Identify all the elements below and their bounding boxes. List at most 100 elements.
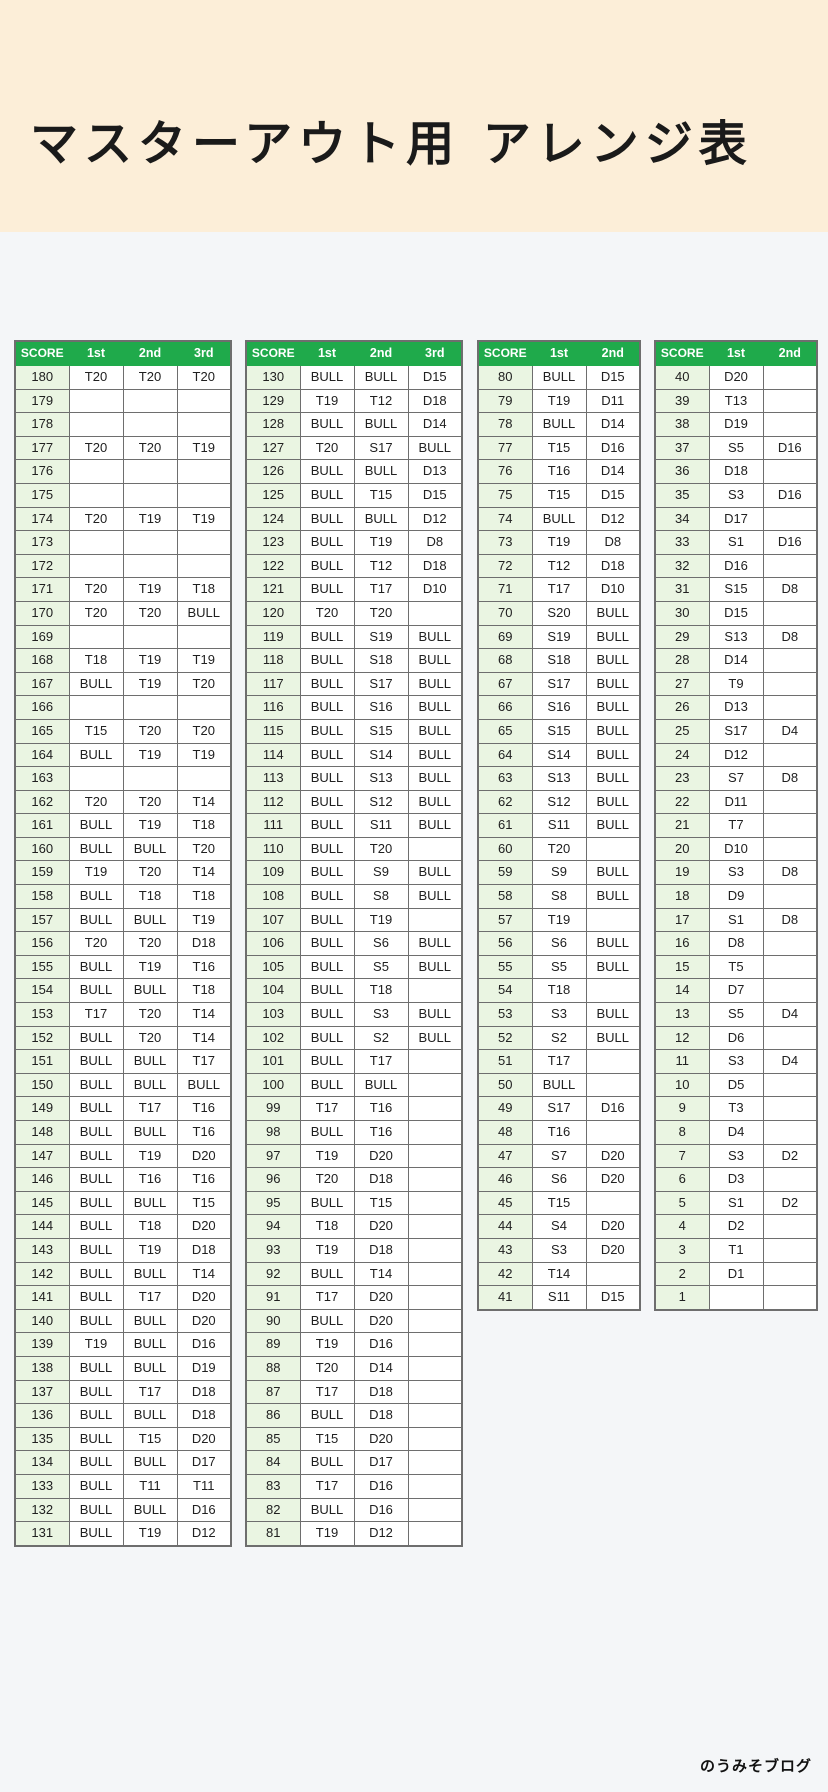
throw-cell-1: T15 [299, 1426, 355, 1452]
table-row: 180 T20 T20 T20 [14, 365, 232, 390]
score-cell: 21 [654, 813, 710, 838]
score-cell: 61 [477, 813, 533, 838]
throw-cell-1: T19 [299, 388, 355, 414]
table-row: 81 T19 D12 [245, 1521, 463, 1547]
throw-cell-1: S5 [531, 954, 587, 980]
throw-cell-3 [407, 1049, 463, 1074]
table-header-row: SCORE 1st 2nd [477, 340, 641, 366]
throw-cell-3 [407, 1450, 463, 1475]
throw-cell-1: T20 [531, 836, 587, 862]
throw-cell-3 [407, 1261, 463, 1287]
throw-cell-1: BULL [531, 506, 587, 532]
table-row: 77 T15 D16 [477, 435, 641, 461]
throw-cell-2 [122, 695, 178, 720]
throw-cell-2 [585, 1072, 641, 1098]
table-row: 13 S5 D4 [654, 1002, 818, 1027]
throw-cell-2: T20 [122, 435, 178, 461]
score-cell: 129 [245, 388, 301, 414]
score-cell: 175 [14, 482, 70, 508]
score-cell: 146 [14, 1167, 70, 1192]
throw-cell-2: T20 [122, 1002, 178, 1027]
score-cell: 2 [654, 1261, 710, 1287]
throw-cell-1: BULL [299, 954, 355, 980]
table-row: 47 S7 D20 [477, 1143, 641, 1169]
throw-cell-2: S18 [353, 648, 409, 673]
throw-cell-2: T15 [122, 1426, 178, 1452]
score-cell: 50 [477, 1072, 533, 1098]
throw-cell-1: S7 [531, 1143, 587, 1169]
table-row: 112 BULL S12 BULL [245, 789, 463, 815]
throw-cell-2: T17 [122, 1285, 178, 1310]
throw-cell-3 [407, 1426, 463, 1452]
throw-cell-1: D4 [708, 1120, 764, 1145]
throw-cell-3: D10 [407, 577, 463, 602]
score-cell: 91 [245, 1285, 301, 1310]
throw-cell-1 [708, 1285, 764, 1311]
score-cell: 79 [477, 388, 533, 414]
throw-cell-1: S3 [708, 482, 764, 508]
table-row: 156 T20 T20 D18 [14, 931, 232, 956]
throw-cell-1 [68, 530, 124, 555]
column-header-1st: 1st [299, 340, 355, 366]
table-row: 145 BULL BULL T15 [14, 1190, 232, 1216]
throw-cell-1: S2 [531, 1025, 587, 1051]
throw-cell-3: T17 [176, 1049, 232, 1074]
score-cell: 12 [654, 1025, 710, 1051]
throw-cell-3: T19 [176, 742, 232, 768]
throw-cell-2: BULL [585, 718, 641, 744]
score-cell: 24 [654, 742, 710, 768]
throw-cell-2: D8 [762, 860, 818, 886]
column-header-3rd: 3rd [407, 340, 463, 366]
table-row: 168 T18 T19 T19 [14, 648, 232, 673]
score-cell: 52 [477, 1025, 533, 1051]
throw-cell-2 [762, 1096, 818, 1121]
throw-cell-1: BULL [299, 860, 355, 886]
throw-cell-1: T17 [68, 1002, 124, 1027]
throw-cell-1 [68, 766, 124, 791]
throw-cell-3 [407, 1072, 463, 1098]
throw-cell-2 [762, 1167, 818, 1192]
score-cell: 43 [477, 1237, 533, 1263]
table-row: 155 BULL T19 T16 [14, 954, 232, 980]
table-row: 38 D19 [654, 412, 818, 437]
throw-cell-1: BULL [68, 1214, 124, 1239]
table-row: 60 T20 [477, 836, 641, 862]
table-row: 66 S16 BULL [477, 695, 641, 720]
throw-cell-3: D18 [176, 1379, 232, 1405]
score-cell: 150 [14, 1072, 70, 1098]
table-row: 151 BULL BULL T17 [14, 1049, 232, 1074]
table-row: 7 S3 D2 [654, 1143, 818, 1169]
table-row: 101 BULL T17 [245, 1049, 463, 1074]
table-row: 178 [14, 412, 232, 437]
score-cell: 130 [245, 365, 301, 390]
throw-cell-2 [762, 1237, 818, 1263]
throw-cell-2: D16 [762, 530, 818, 555]
throw-cell-3: BULL [407, 624, 463, 650]
table-row: 42 T14 [477, 1261, 641, 1287]
throw-cell-2: S11 [353, 813, 409, 838]
table-row: 39 T13 [654, 388, 818, 414]
table-row: 59 S9 BULL [477, 860, 641, 886]
throw-cell-3: BULL [407, 648, 463, 673]
score-cell: 158 [14, 884, 70, 909]
score-cell: 65 [477, 718, 533, 744]
throw-cell-1: T19 [68, 1332, 124, 1357]
throw-cell-2: T19 [122, 506, 178, 532]
throw-cell-2 [122, 412, 178, 437]
throw-cell-2: BULL [122, 1332, 178, 1357]
page-title: マスターアウト用 アレンジ表 [30, 116, 753, 172]
score-cell: 173 [14, 530, 70, 555]
table-row: 55 S5 BULL [477, 954, 641, 980]
score-cell: 10 [654, 1072, 710, 1098]
score-cell: 70 [477, 600, 533, 626]
throw-cell-3 [176, 482, 232, 508]
table-row: 15 T5 [654, 954, 818, 980]
table-row: 135 BULL T15 D20 [14, 1426, 232, 1452]
throw-cell-1: BULL [299, 1190, 355, 1216]
throw-cell-2: BULL [585, 671, 641, 697]
table-row: 9 T3 [654, 1096, 818, 1121]
table-row: 120 T20 T20 [245, 600, 463, 626]
throw-cell-1: BULL [68, 1285, 124, 1310]
table-row: 46 S6 D20 [477, 1167, 641, 1192]
throw-cell-1: T12 [531, 553, 587, 579]
